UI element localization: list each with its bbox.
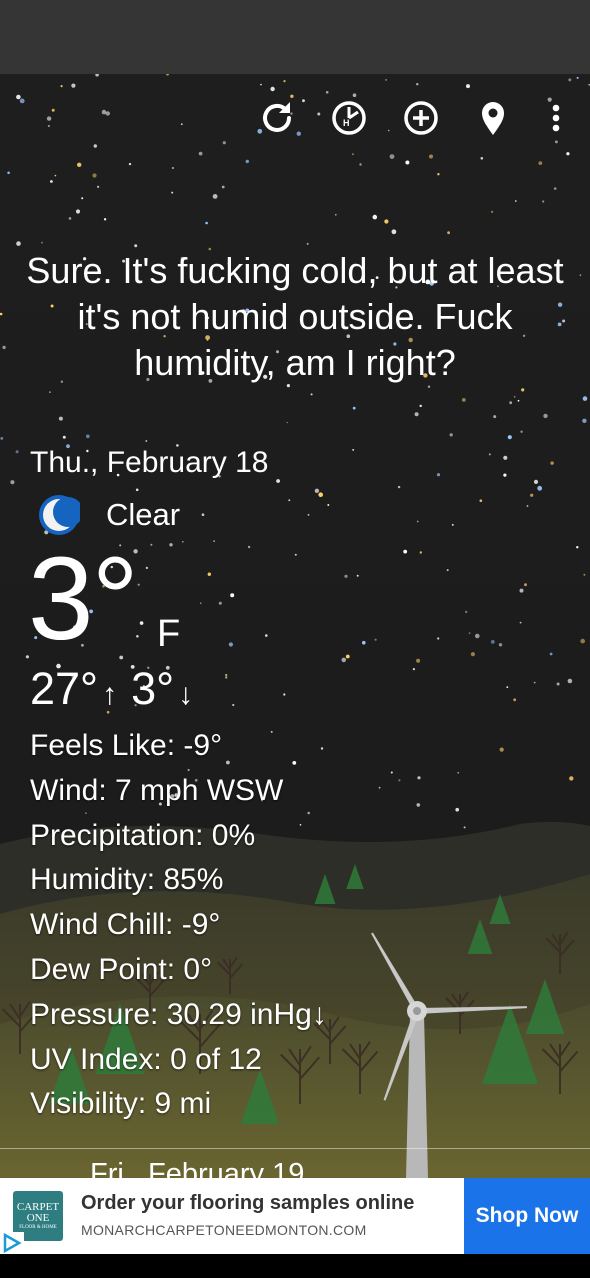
arrow-up-icon: ↑	[102, 678, 118, 711]
weather-details: Feels Like: -9° Wind: 7 mph WSW Precipit…	[30, 724, 327, 1127]
history-icon[interactable]: H	[327, 96, 371, 140]
condition-text: Clear	[106, 497, 181, 532]
detail-precipitation: Precipitation: 0%	[30, 818, 256, 852]
forecast-day-label[interactable]: Fri., February 19	[90, 1156, 304, 1178]
shop-now-button[interactable]: Shop Now	[464, 1178, 590, 1254]
arrow-down-icon: ↓	[178, 678, 194, 711]
ad-choices-icon[interactable]	[0, 1232, 24, 1254]
current-temperature: 3°	[28, 533, 139, 665]
detail-feels-like: Feels Like: -9°	[30, 729, 223, 762]
ad-logo-line1: CARPET	[16, 1200, 60, 1213]
weather-screen: H Sure. It's fucking cold, but at least …	[0, 74, 590, 1178]
navigation-bar	[0, 1254, 590, 1278]
detail-wind-chill: Wind Chill: -9°	[30, 908, 221, 942]
detail-pressure: Pressure: 30.29 inHg↓	[30, 997, 327, 1031]
high-temperature: 27°	[30, 663, 99, 714]
location-pin-icon[interactable]	[471, 96, 515, 140]
add-location-icon[interactable]	[399, 96, 443, 140]
ad-headline[interactable]: Order your flooring samples online	[81, 1192, 414, 1215]
detail-dew-point: Dew Point: 0°	[30, 952, 213, 986]
detail-uv-index: UV Index: 0 of 12	[30, 1042, 262, 1076]
low-temperature: 3°	[131, 663, 175, 714]
more-vert-icon[interactable]	[534, 96, 578, 140]
detail-visibility: Visibility: 9 mi	[30, 1087, 212, 1121]
condition-row: Clear	[38, 492, 180, 538]
ad-logo-line2: ONE	[26, 1211, 50, 1224]
refresh-icon[interactable]	[255, 96, 299, 140]
moon-icon	[39, 495, 80, 535]
svg-text:H: H	[343, 118, 350, 128]
snarky-quote: Sure. It's fucking cold, but at least it…	[26, 250, 564, 383]
detail-wind: Wind: 7 mph WSW	[30, 773, 284, 807]
status-bar	[0, 0, 590, 74]
high-low: 27° ↑ 3° ↓	[30, 662, 207, 722]
ad-banner[interactable]: CARPET ONE FLOOR & HOME Order your floor…	[0, 1178, 590, 1254]
temperature-unit: F	[157, 613, 181, 655]
detail-humidity: Humidity: 85%	[30, 863, 224, 897]
ad-logo-line3: FLOOR & HOME	[19, 1224, 57, 1230]
current-date: Thu., February 18	[30, 446, 269, 479]
forecast-divider	[0, 1148, 590, 1149]
ad-url[interactable]: MONARCHCARPETONEEDMONTON.COM	[81, 1222, 367, 1238]
